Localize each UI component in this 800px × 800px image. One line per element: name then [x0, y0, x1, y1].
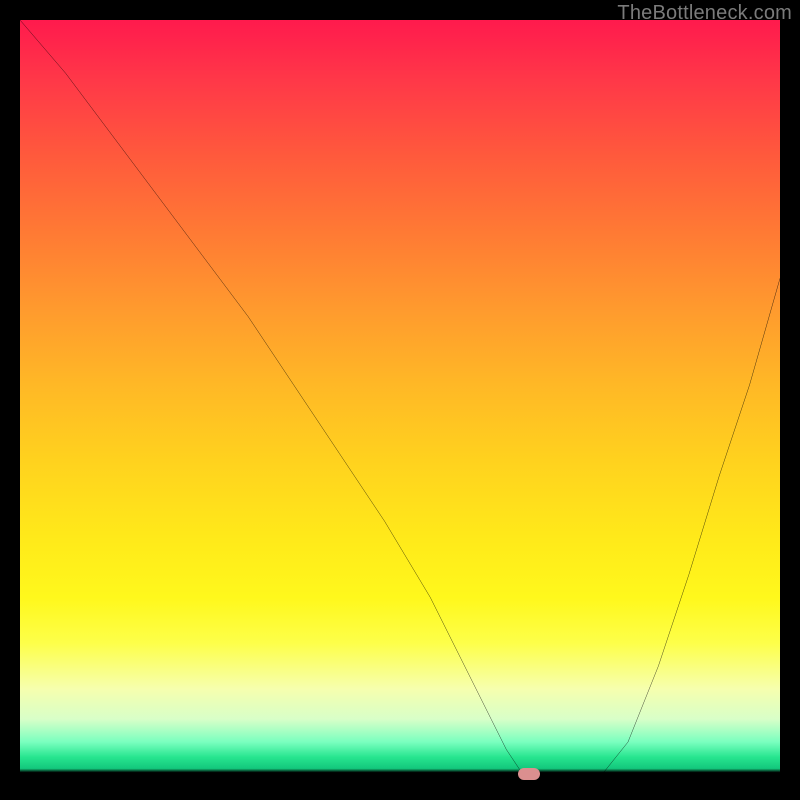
optimal-point-marker: [518, 768, 540, 780]
chart-canvas: [20, 20, 780, 780]
bottleneck-curve: [20, 20, 780, 780]
curve-path: [20, 20, 780, 780]
